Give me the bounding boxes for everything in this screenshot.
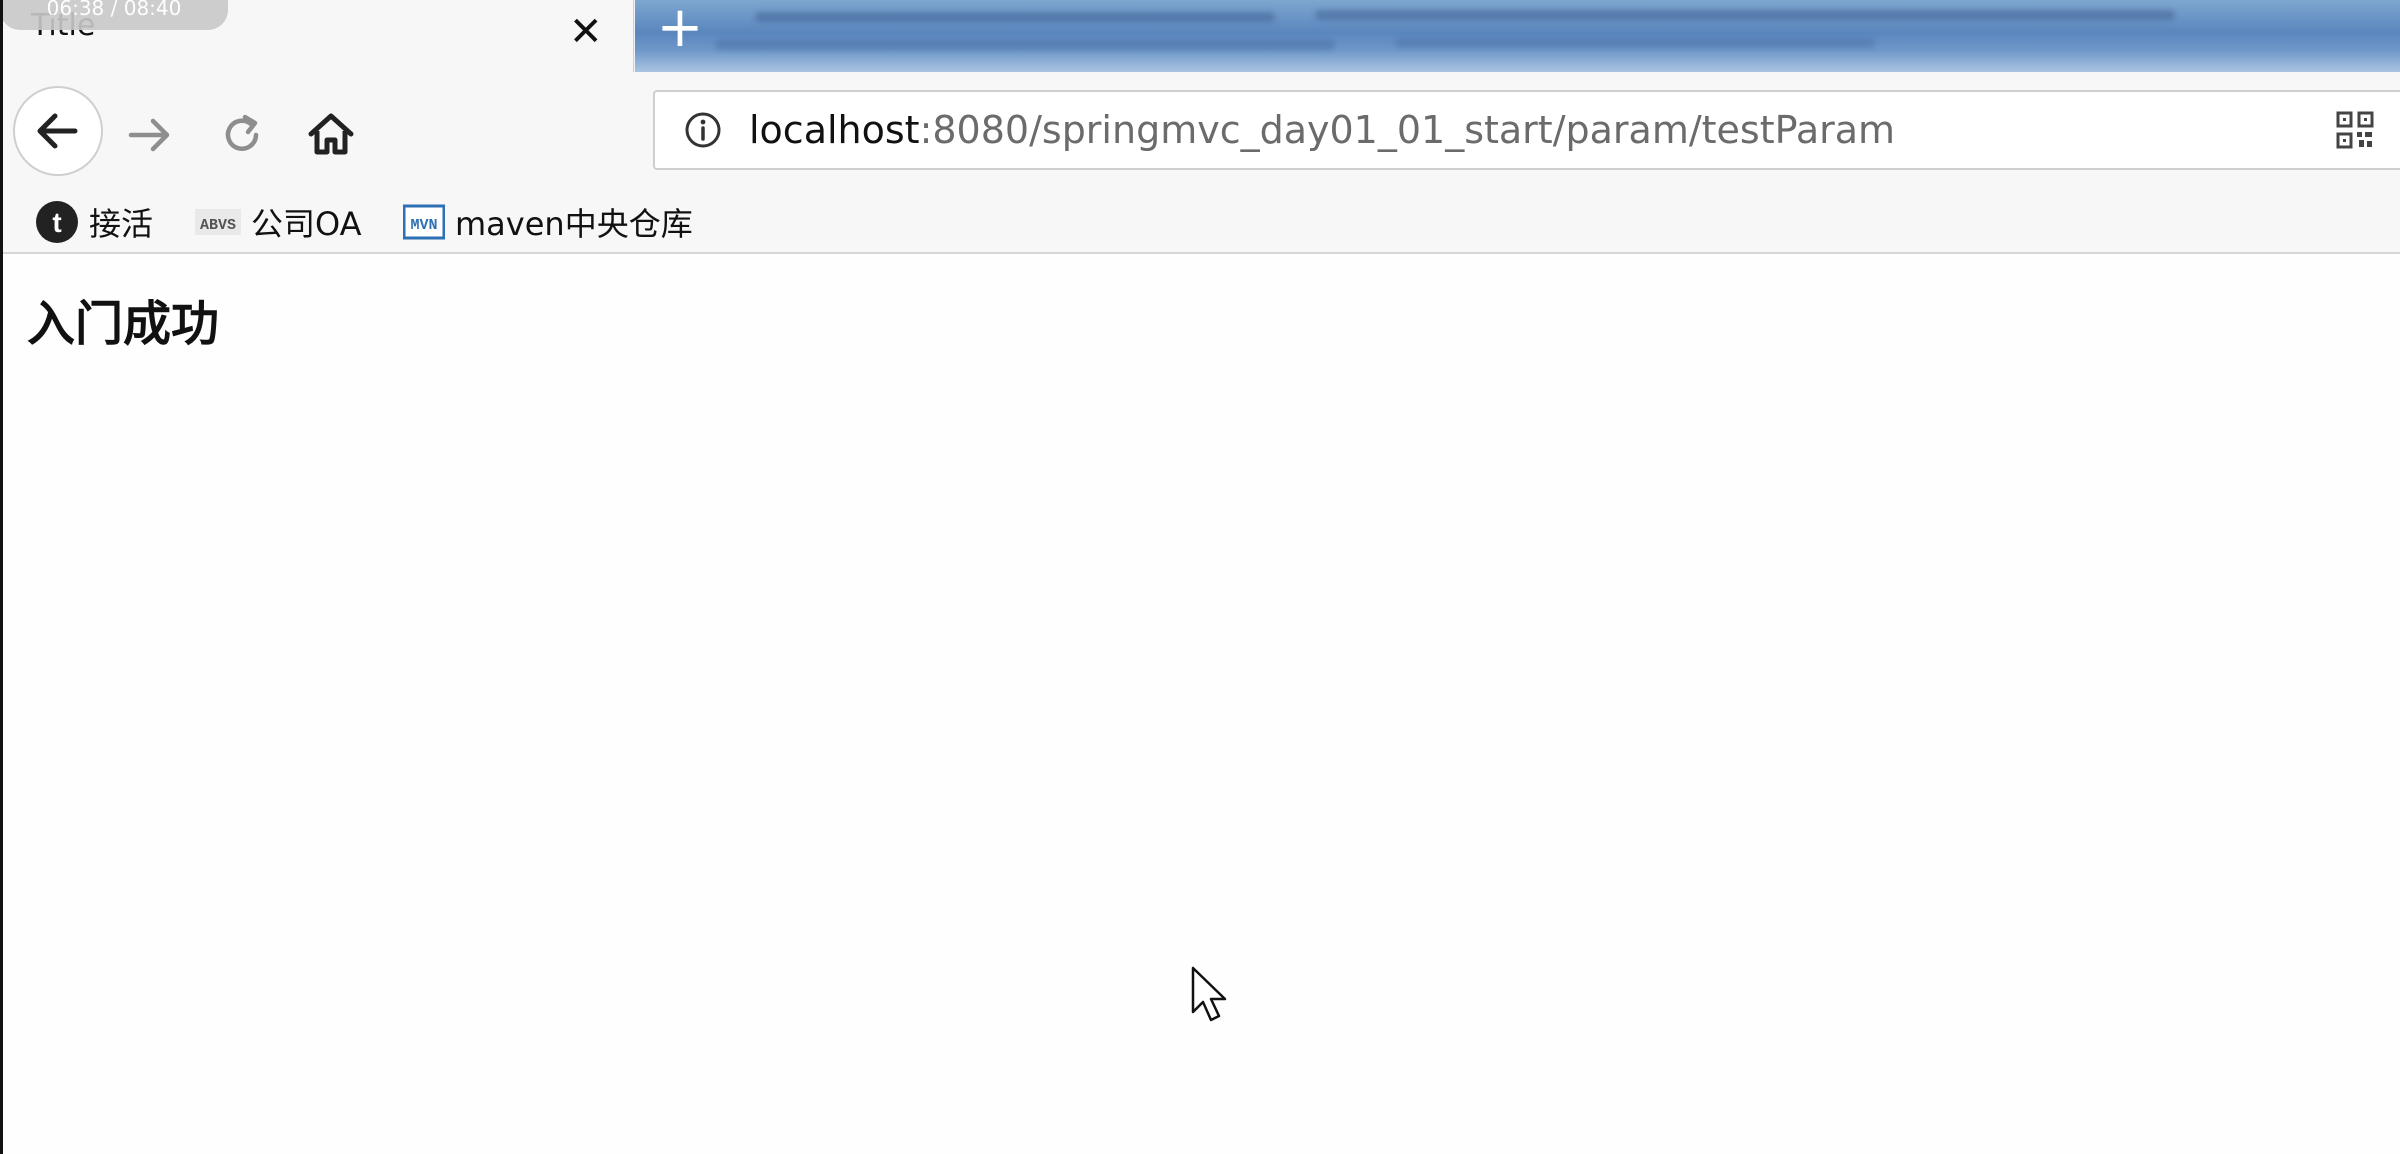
bookmark-label: 接活 — [89, 205, 154, 243]
qr-code-icon[interactable] — [2335, 110, 2375, 150]
url-bar[interactable]: localhost:8080/springmvc_day01_01_start/… — [653, 90, 2400, 170]
browser-window: Title ✕ + 06:38 / 08:40 — [0, 0, 2400, 1154]
arrow-left-icon — [37, 113, 78, 149]
t-circle-icon: t — [36, 201, 78, 243]
svg-text:t: t — [52, 207, 61, 238]
bookmark-maven-central[interactable]: MVN maven中央仓库 — [403, 200, 693, 244]
mvn-logo-icon: MVN — [403, 204, 445, 240]
svg-text:MVN: MVN — [410, 217, 437, 234]
navigation-bar: localhost:8080/springmvc_day01_01_start/… — [3, 72, 2400, 194]
bookmarks-bar: t 接活 ABVS 公司OA MVN maven中央仓库 — [3, 194, 2400, 254]
bookmark-jiehuo[interactable]: t 接活 — [35, 200, 153, 244]
close-icon[interactable]: ✕ — [569, 12, 603, 52]
back-button[interactable] — [13, 86, 103, 176]
home-icon[interactable] — [303, 106, 359, 162]
bookmark-label: 公司OA — [251, 205, 362, 243]
reload-icon[interactable] — [215, 108, 269, 162]
mouse-cursor-icon — [1191, 966, 1227, 1022]
tab-strip: Title ✕ + 06:38 / 08:40 — [0, 0, 2400, 72]
tab-strip-background — [635, 0, 2400, 72]
page-content: 入门成功 — [3, 254, 2400, 1154]
arrow-right-icon[interactable] — [123, 108, 177, 162]
url-host: localhost — [749, 108, 920, 152]
page-heading: 入门成功 — [27, 296, 220, 352]
bookmark-label: maven中央仓库 — [455, 205, 693, 243]
url-path: :8080/springmvc_day01_01_start/param/tes… — [919, 108, 1896, 152]
abvs-logo-icon: ABVS — [195, 209, 241, 235]
info-icon[interactable] — [683, 110, 723, 150]
window-border — [0, 0, 3, 1154]
url-text[interactable]: localhost:8080/springmvc_day01_01_start/… — [749, 108, 1895, 152]
svg-text:ABVS: ABVS — [200, 217, 236, 234]
bookmark-company-oa[interactable]: ABVS 公司OA — [195, 200, 362, 244]
video-timestamp: 06:38 / 08:40 — [0, 0, 228, 30]
plus-icon[interactable]: + — [645, 0, 715, 58]
